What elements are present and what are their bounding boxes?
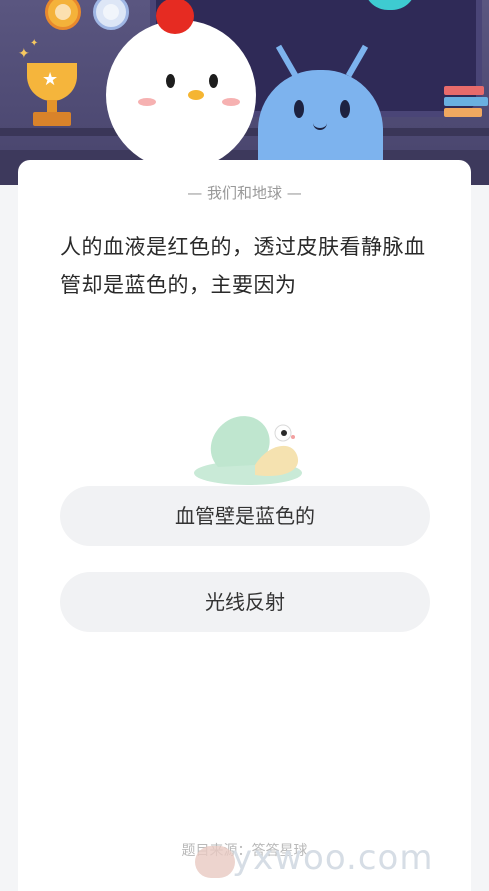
- books-icon: [444, 86, 489, 119]
- globe-icon: [364, 0, 416, 10]
- snail-icon: [194, 416, 302, 485]
- header-banner: ✦ ✦: [0, 0, 489, 185]
- answer-option-1[interactable]: 血管壁是蓝色的: [60, 486, 430, 546]
- watermark: yxwoo.com: [232, 838, 434, 878]
- sparkle-icon: ✦: [30, 38, 39, 49]
- question-text: 人的血液是红色的，透过皮肤看静脉血管却是蓝色的，主要因为: [60, 235, 426, 297]
- chicken-mascot: [106, 0, 256, 170]
- sparkle-icon: ✦: [18, 46, 30, 62]
- answer-option-2[interactable]: 光线反射: [60, 572, 430, 632]
- watermark-logo-icon: [195, 846, 235, 878]
- category-title: — 我们和地球 —: [187, 184, 302, 202]
- question-card: — 我们和地球 — 人的血液是红色的，透过皮肤看静脉血管却是蓝色的，主要因为 血…: [18, 160, 471, 891]
